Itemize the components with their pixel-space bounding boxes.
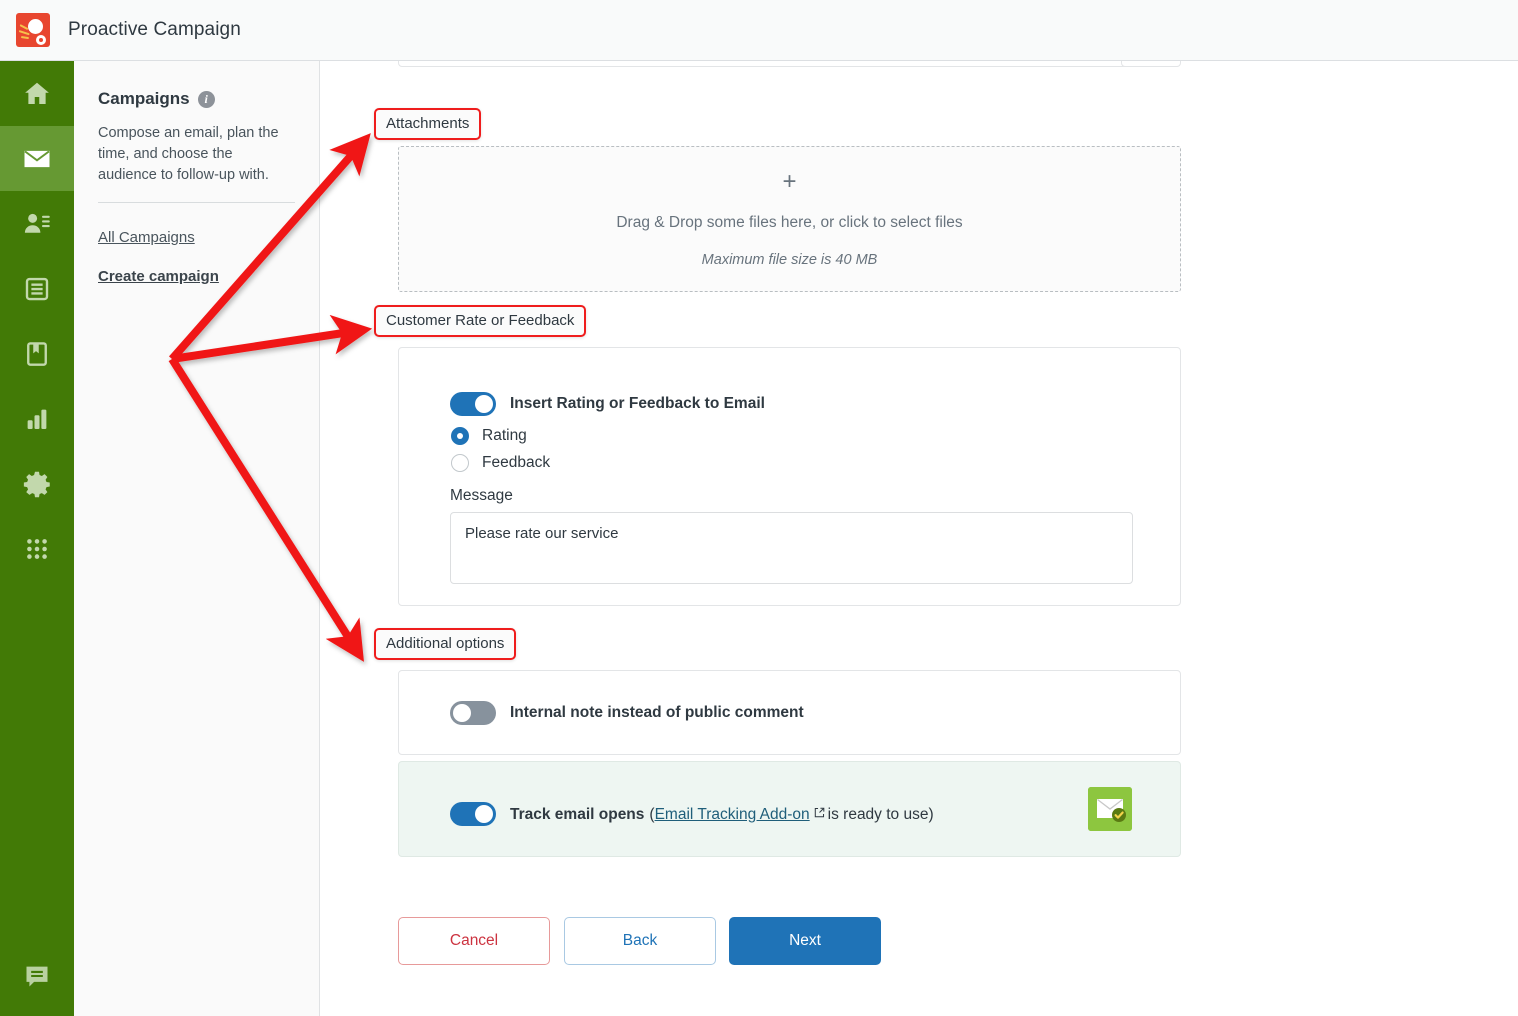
- track-email-card: Track email opens (Email Tracking Add-on i…: [398, 761, 1181, 857]
- link-create-campaign[interactable]: Create campaign: [98, 268, 295, 285]
- track-email-row: Track email opens (Email Tracking Add-on i…: [450, 802, 934, 826]
- track-email-suffix: is ready to use): [827, 805, 934, 823]
- bar-chart-icon: [22, 404, 52, 434]
- previous-section-cutoff: [398, 61, 1180, 67]
- internal-note-toggle[interactable]: [450, 701, 496, 725]
- dropzone-instruction: Drag & Drop some files here, or click to…: [616, 214, 963, 231]
- insert-rating-row: Insert Rating or Feedback to Email: [450, 392, 765, 416]
- external-link-icon: [814, 805, 825, 823]
- book-icon: [22, 339, 52, 369]
- info-icon[interactable]: i: [197, 90, 215, 108]
- sidebar-item-contacts[interactable]: [0, 191, 74, 256]
- cancel-button[interactable]: Cancel: [398, 917, 550, 965]
- grid-apps-icon: [24, 536, 50, 562]
- sidebar-item-knowledge[interactable]: [0, 321, 74, 386]
- sidebar-item-chat[interactable]: [0, 940, 74, 1016]
- internal-note-card: Internal note instead of public comment: [398, 670, 1181, 755]
- track-email-toggle[interactable]: [450, 802, 496, 826]
- track-email-label-group: Track email opens (Email Tracking Add-on i…: [510, 805, 934, 824]
- link-all-campaigns[interactable]: All Campaigns: [98, 229, 295, 246]
- option-rating[interactable]: Rating: [451, 427, 527, 445]
- panel-description: Compose an email, plan the time, and cho…: [98, 125, 279, 183]
- track-email-label: Track email opens: [510, 805, 645, 823]
- sidebar-item-home[interactable]: [0, 61, 74, 126]
- sidebar-item-settings[interactable]: [0, 451, 74, 516]
- contacts-icon: [22, 209, 52, 239]
- plus-icon: +: [782, 168, 797, 195]
- page-title: Campaigns i: [98, 89, 295, 109]
- rating-radio[interactable]: [451, 427, 469, 445]
- panel-divider: [98, 202, 295, 203]
- section-label-customer-rate: Customer Rate or Feedback: [374, 305, 587, 337]
- next-button[interactable]: Next: [729, 917, 881, 965]
- email-tracking-addon-link[interactable]: Email Tracking Add-on: [655, 806, 810, 823]
- home-icon: [22, 79, 52, 109]
- campaign-info-panel: Campaigns i Compose an email, plan the t…: [74, 61, 320, 1016]
- internal-note-row: Internal note instead of public comment: [450, 701, 804, 725]
- app-header: Proactive Campaign: [0, 0, 1518, 61]
- section-label-additional-options: Additional options: [374, 628, 517, 660]
- sidebar-item-apps[interactable]: [0, 516, 74, 581]
- customer-rate-card: Insert Rating or Feedback to Email Ratin…: [398, 347, 1181, 606]
- internal-note-label: Internal note instead of public comment: [510, 704, 804, 721]
- dropzone-max-size: Maximum file size is 40 MB: [701, 252, 878, 268]
- rating-label: Rating: [482, 427, 527, 444]
- page-title-text: Campaigns: [98, 89, 190, 108]
- message-input[interactable]: [450, 512, 1133, 584]
- message-label: Message: [450, 487, 513, 504]
- comet-logo-icon: [16, 13, 50, 47]
- toggle-knob: [453, 704, 471, 722]
- envelope-check-icon: [1088, 787, 1132, 831]
- insert-rating-label: Insert Rating or Feedback to Email: [510, 395, 765, 412]
- option-feedback[interactable]: Feedback: [451, 454, 550, 472]
- sidebar-item-records[interactable]: [0, 256, 74, 321]
- sidebar-item-reports[interactable]: [0, 386, 74, 451]
- section-label-attachments: Attachments: [374, 108, 482, 140]
- back-button[interactable]: Back: [564, 917, 716, 965]
- attachment-dropzone[interactable]: + Drag & Drop some files here, or click …: [398, 146, 1181, 292]
- sidebar-item-messaging[interactable]: [0, 126, 74, 191]
- toggle-knob: [475, 395, 493, 413]
- feedback-label: Feedback: [482, 454, 551, 471]
- previous-section-cutoff-side: [1121, 61, 1181, 67]
- toggle-knob: [475, 805, 493, 823]
- envelope-icon: [22, 144, 52, 174]
- feedback-radio[interactable]: [451, 454, 469, 472]
- chat-bubble-icon: [23, 962, 51, 995]
- campaign-form-content: Attachments + Drag & Drop some files her…: [321, 61, 1518, 1016]
- database-icon: [22, 274, 52, 304]
- primary-nav-rail: [0, 61, 74, 1016]
- insert-rating-toggle[interactable]: [450, 392, 496, 416]
- app-title: Proactive Campaign: [68, 19, 241, 40]
- gear-icon: [22, 469, 52, 499]
